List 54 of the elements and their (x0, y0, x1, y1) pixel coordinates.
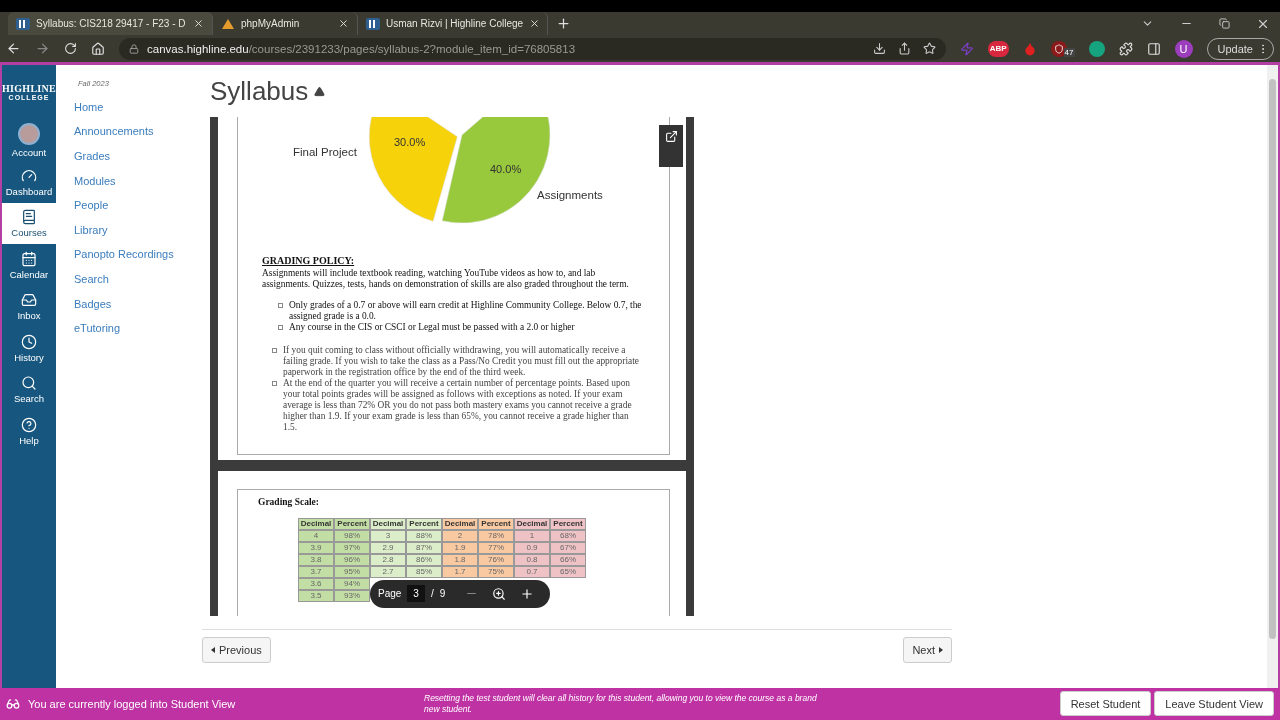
page-number-field[interactable]: 3 (407, 585, 425, 603)
global-nav-item[interactable]: Courses (2, 202, 56, 245)
global-nav-item[interactable]: Calendar (2, 244, 56, 286)
section-heading: Grading Scale: (258, 496, 320, 508)
course-nav-link[interactable]: Library (74, 223, 202, 249)
course-nav-link[interactable]: Grades (74, 150, 202, 175)
table-header-cell: Decimal (370, 517, 406, 530)
bullet-text: At the end of the quarter you will receive a certain number of percentage points. Based upon your total points grades will be assigned as follows with exceptions as noted. If your exam average is less than 72% OR you do not pass both mastery exams you cannot receive a grade higher than 1.9. If your exam grade is less than 65%, you cannot receive a grade higher than 1.5. (283, 377, 633, 433)
browser-tab[interactable]: Syllabus: CIS218 29417 - F23 - D (8, 12, 213, 36)
paragraph: Assignments will include textbook reading, watching YouTube videos as how to, and lab assignments. Quizzes, tests, hands on demonstration of skills are also graded throughout the term. (262, 267, 630, 290)
course-nav-link[interactable]: People (74, 199, 202, 224)
global-nav-item[interactable]: Search (2, 368, 56, 411)
global-nav-item[interactable]: History (2, 327, 56, 369)
table-header-cell: Decimal (298, 517, 334, 530)
slice-value-label: 40.0% (490, 162, 522, 175)
table-header-cell: Decimal (514, 517, 550, 530)
course-nav-link[interactable]: eTutoring (74, 322, 202, 347)
table-header-cell: Decimal (442, 517, 478, 530)
previous-button[interactable]: Previous (202, 636, 271, 663)
global-nav-item[interactable]: Inbox (2, 285, 56, 328)
bullet-text: Any course in the CIS or CSCI or Legal must be passed with a 2.0 or higher (289, 321, 575, 333)
global-nav-item[interactable]: Dashboard (2, 161, 56, 203)
course-nav-link[interactable]: Badges (74, 297, 202, 323)
page-total: 9 (439, 588, 446, 600)
slice-value-label: 30.0% (394, 135, 426, 148)
course-nav-link[interactable]: Panopto Recordings (74, 248, 202, 274)
ad-block-extension[interactable]: ABP (987, 40, 1009, 57)
page-separator: / (430, 588, 434, 600)
course-nav-link[interactable]: Home (74, 100, 202, 126)
extension-badge: 47 (1063, 47, 1075, 57)
table-header-cell: Percent (550, 517, 586, 530)
global-nav-item[interactable]: Account (2, 119, 56, 162)
table-header-cell: Percent (334, 517, 370, 530)
course-nav-link[interactable]: Search (74, 273, 202, 298)
section-heading: GRADING POLICY: (262, 254, 356, 266)
page-title: Syllabus (210, 76, 309, 108)
student-view-button[interactable]: Reset Student (1059, 691, 1152, 717)
next-button[interactable]: Next (903, 636, 952, 663)
url-text: canvas.highline.edu/courses/2391233/pages/syllabus-2?module_item_id=76805813 (147, 42, 576, 55)
bullet-text: Only grades of a 0.7 or above will earn credit at Highline Community College. Below 0.7, the assigned grade is a 0.0. (289, 299, 643, 322)
table-header-cell: Percent (478, 517, 514, 530)
bullet-text: If you quit coming to class without officially withdrawing, you will automatically receive a failing grade. If you wish to take the class as a Pass/No Credit you must fill out the appropriate paperwork in the registration office by the end of the third week. (283, 344, 640, 378)
page-label: Page (378, 588, 402, 600)
slice-category-label: Assignments (537, 188, 603, 201)
student-view-button[interactable]: Leave Student View (1154, 691, 1274, 717)
student-view-message: You are currently logged into Student View (28, 697, 237, 710)
slice-category-label: Final Project (293, 145, 357, 158)
course-nav-link[interactable]: Modules (74, 174, 202, 200)
reset-notice: Resetting the test student will clear all history for this student, allowing you to view the course as a brand new student. (424, 692, 818, 715)
profile-avatar[interactable]: U (1174, 39, 1193, 58)
address-bar[interactable]: canvas.highline.edu/courses/2391233/pages/syllabus-2?module_item_id=76805813 (119, 37, 946, 60)
course-nav-link[interactable]: Announcements (74, 125, 202, 151)
global-nav-item[interactable]: Help (2, 410, 56, 452)
table-header-cell: Percent (406, 517, 442, 530)
